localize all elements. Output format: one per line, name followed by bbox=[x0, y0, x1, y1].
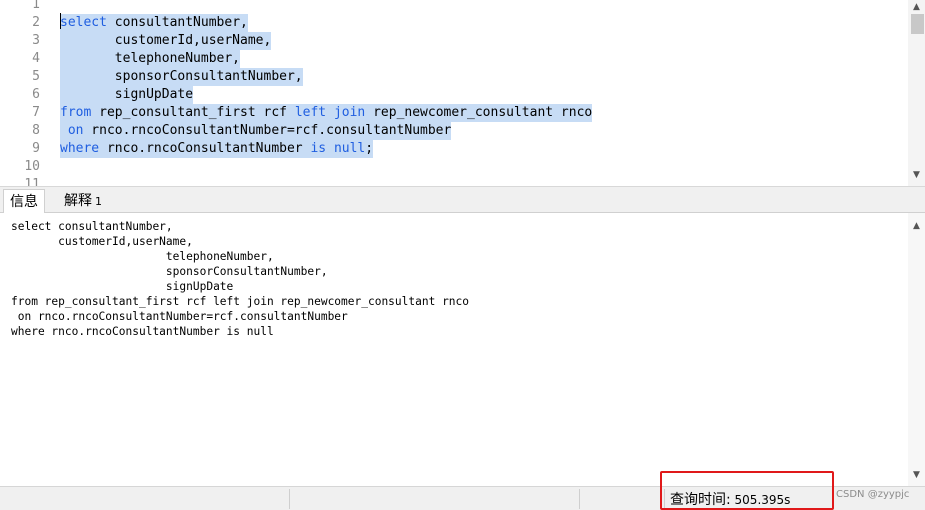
line-number: 2 bbox=[32, 15, 40, 30]
chevron-down-icon[interactable]: ▼ bbox=[908, 168, 925, 183]
code-line: sponsorConsultantNumber, bbox=[60, 68, 303, 86]
tab-message[interactable]: 信息 bbox=[3, 189, 45, 214]
sql-keyword: left bbox=[294, 105, 327, 120]
line-number: 1 bbox=[32, 0, 40, 12]
line-number: 5 bbox=[32, 69, 40, 84]
output-line: telephoneNumber, bbox=[11, 250, 274, 263]
line-number-gutter: 1 2 3 4 5 6 7 8 9 10 11 bbox=[0, 0, 44, 186]
sql-keyword: null bbox=[333, 141, 366, 156]
output-line: select consultantNumber, bbox=[11, 220, 173, 233]
code-token: signUpDate bbox=[60, 87, 194, 102]
code-token: rep_consultant_first rcf bbox=[91, 105, 295, 120]
message-output-panel[interactable]: select consultantNumber, customerId,user… bbox=[0, 213, 925, 486]
chevron-down-icon[interactable]: ▼ bbox=[908, 468, 925, 483]
annotation-highlight-box bbox=[660, 471, 834, 510]
code-line: customerId,userName, bbox=[60, 32, 272, 50]
sql-keyword: where bbox=[60, 141, 100, 156]
line-number: 8 bbox=[32, 123, 40, 138]
code-token: sponsorConsultantNumber, bbox=[60, 69, 303, 84]
line-number: 4 bbox=[32, 51, 40, 66]
sql-keyword: select bbox=[60, 15, 107, 30]
line-number: 9 bbox=[32, 141, 40, 156]
line-number: 6 bbox=[32, 87, 40, 102]
output-line: on rnco.rncoConsultantNumber=rcf.consult… bbox=[11, 310, 348, 323]
status-divider bbox=[579, 489, 580, 509]
code-token: rep_newcomer_consultant rnco bbox=[365, 105, 593, 120]
watermark: CSDN @zyypjc bbox=[836, 489, 910, 500]
status-divider bbox=[289, 489, 290, 509]
line-number: 3 bbox=[32, 33, 40, 48]
line-number: 10 bbox=[24, 159, 40, 174]
code-token: consultantNumber, bbox=[106, 15, 248, 30]
output-line: signUpDate bbox=[11, 280, 234, 293]
tab-explain-label: 解释 bbox=[64, 193, 92, 209]
code-line: on rnco.rncoConsultantNumber=rcf.consult… bbox=[60, 122, 452, 140]
code-area[interactable]: select consultantNumber, customerId,user… bbox=[60, 0, 905, 186]
code-token: rnco.rncoConsultantNumber=rcf.consultant… bbox=[83, 123, 452, 138]
sql-editor[interactable]: 1 2 3 4 5 6 7 8 9 10 11 select consultantNumber, c… bbox=[0, 0, 925, 186]
sql-keyword: join bbox=[333, 105, 366, 120]
code-line: telephoneNumber, bbox=[60, 50, 241, 68]
line-number: 11 bbox=[24, 177, 40, 186]
text-caret bbox=[60, 13, 61, 29]
output-line: customerId,userName, bbox=[11, 235, 193, 248]
chevron-up-icon[interactable]: ▲ bbox=[908, 219, 925, 234]
output-vertical-scrollbar[interactable]: ▲ ▼ bbox=[908, 213, 925, 486]
tab-explain[interactable]: 解释 1 bbox=[58, 189, 108, 214]
output-line: from rep_consultant_first rcf left join … bbox=[11, 295, 470, 308]
code-token: rnco.rncoConsultantNumber bbox=[99, 141, 311, 156]
sql-keyword: from bbox=[60, 105, 92, 120]
code-line: select consultantNumber, bbox=[60, 14, 248, 32]
result-tab-bar: 信息 解释 1 bbox=[0, 186, 925, 214]
line-number: 7 bbox=[32, 105, 40, 120]
code-line: signUpDate bbox=[60, 86, 194, 104]
editor-scroll-thumb[interactable] bbox=[911, 14, 924, 34]
code-token: customerId,userName, bbox=[60, 33, 272, 48]
editor-vertical-scrollbar[interactable]: ▲ ▼ bbox=[908, 0, 925, 186]
sql-keyword: is bbox=[310, 141, 327, 156]
sql-keyword: on bbox=[67, 123, 84, 138]
tab-message-label: 信息 bbox=[10, 194, 38, 210]
output-line: sponsorConsultantNumber, bbox=[11, 265, 328, 278]
chevron-up-icon[interactable]: ▲ bbox=[908, 0, 925, 15]
code-token: telephoneNumber, bbox=[60, 51, 241, 66]
code-line: from rep_consultant_first rcf left join … bbox=[60, 104, 593, 122]
tab-explain-badge: 1 bbox=[95, 195, 102, 208]
output-line: where rnco.rncoConsultantNumber is null bbox=[11, 325, 274, 338]
code-token: ; bbox=[365, 141, 374, 156]
code-line: where rnco.rncoConsultantNumber is null; bbox=[60, 140, 374, 158]
